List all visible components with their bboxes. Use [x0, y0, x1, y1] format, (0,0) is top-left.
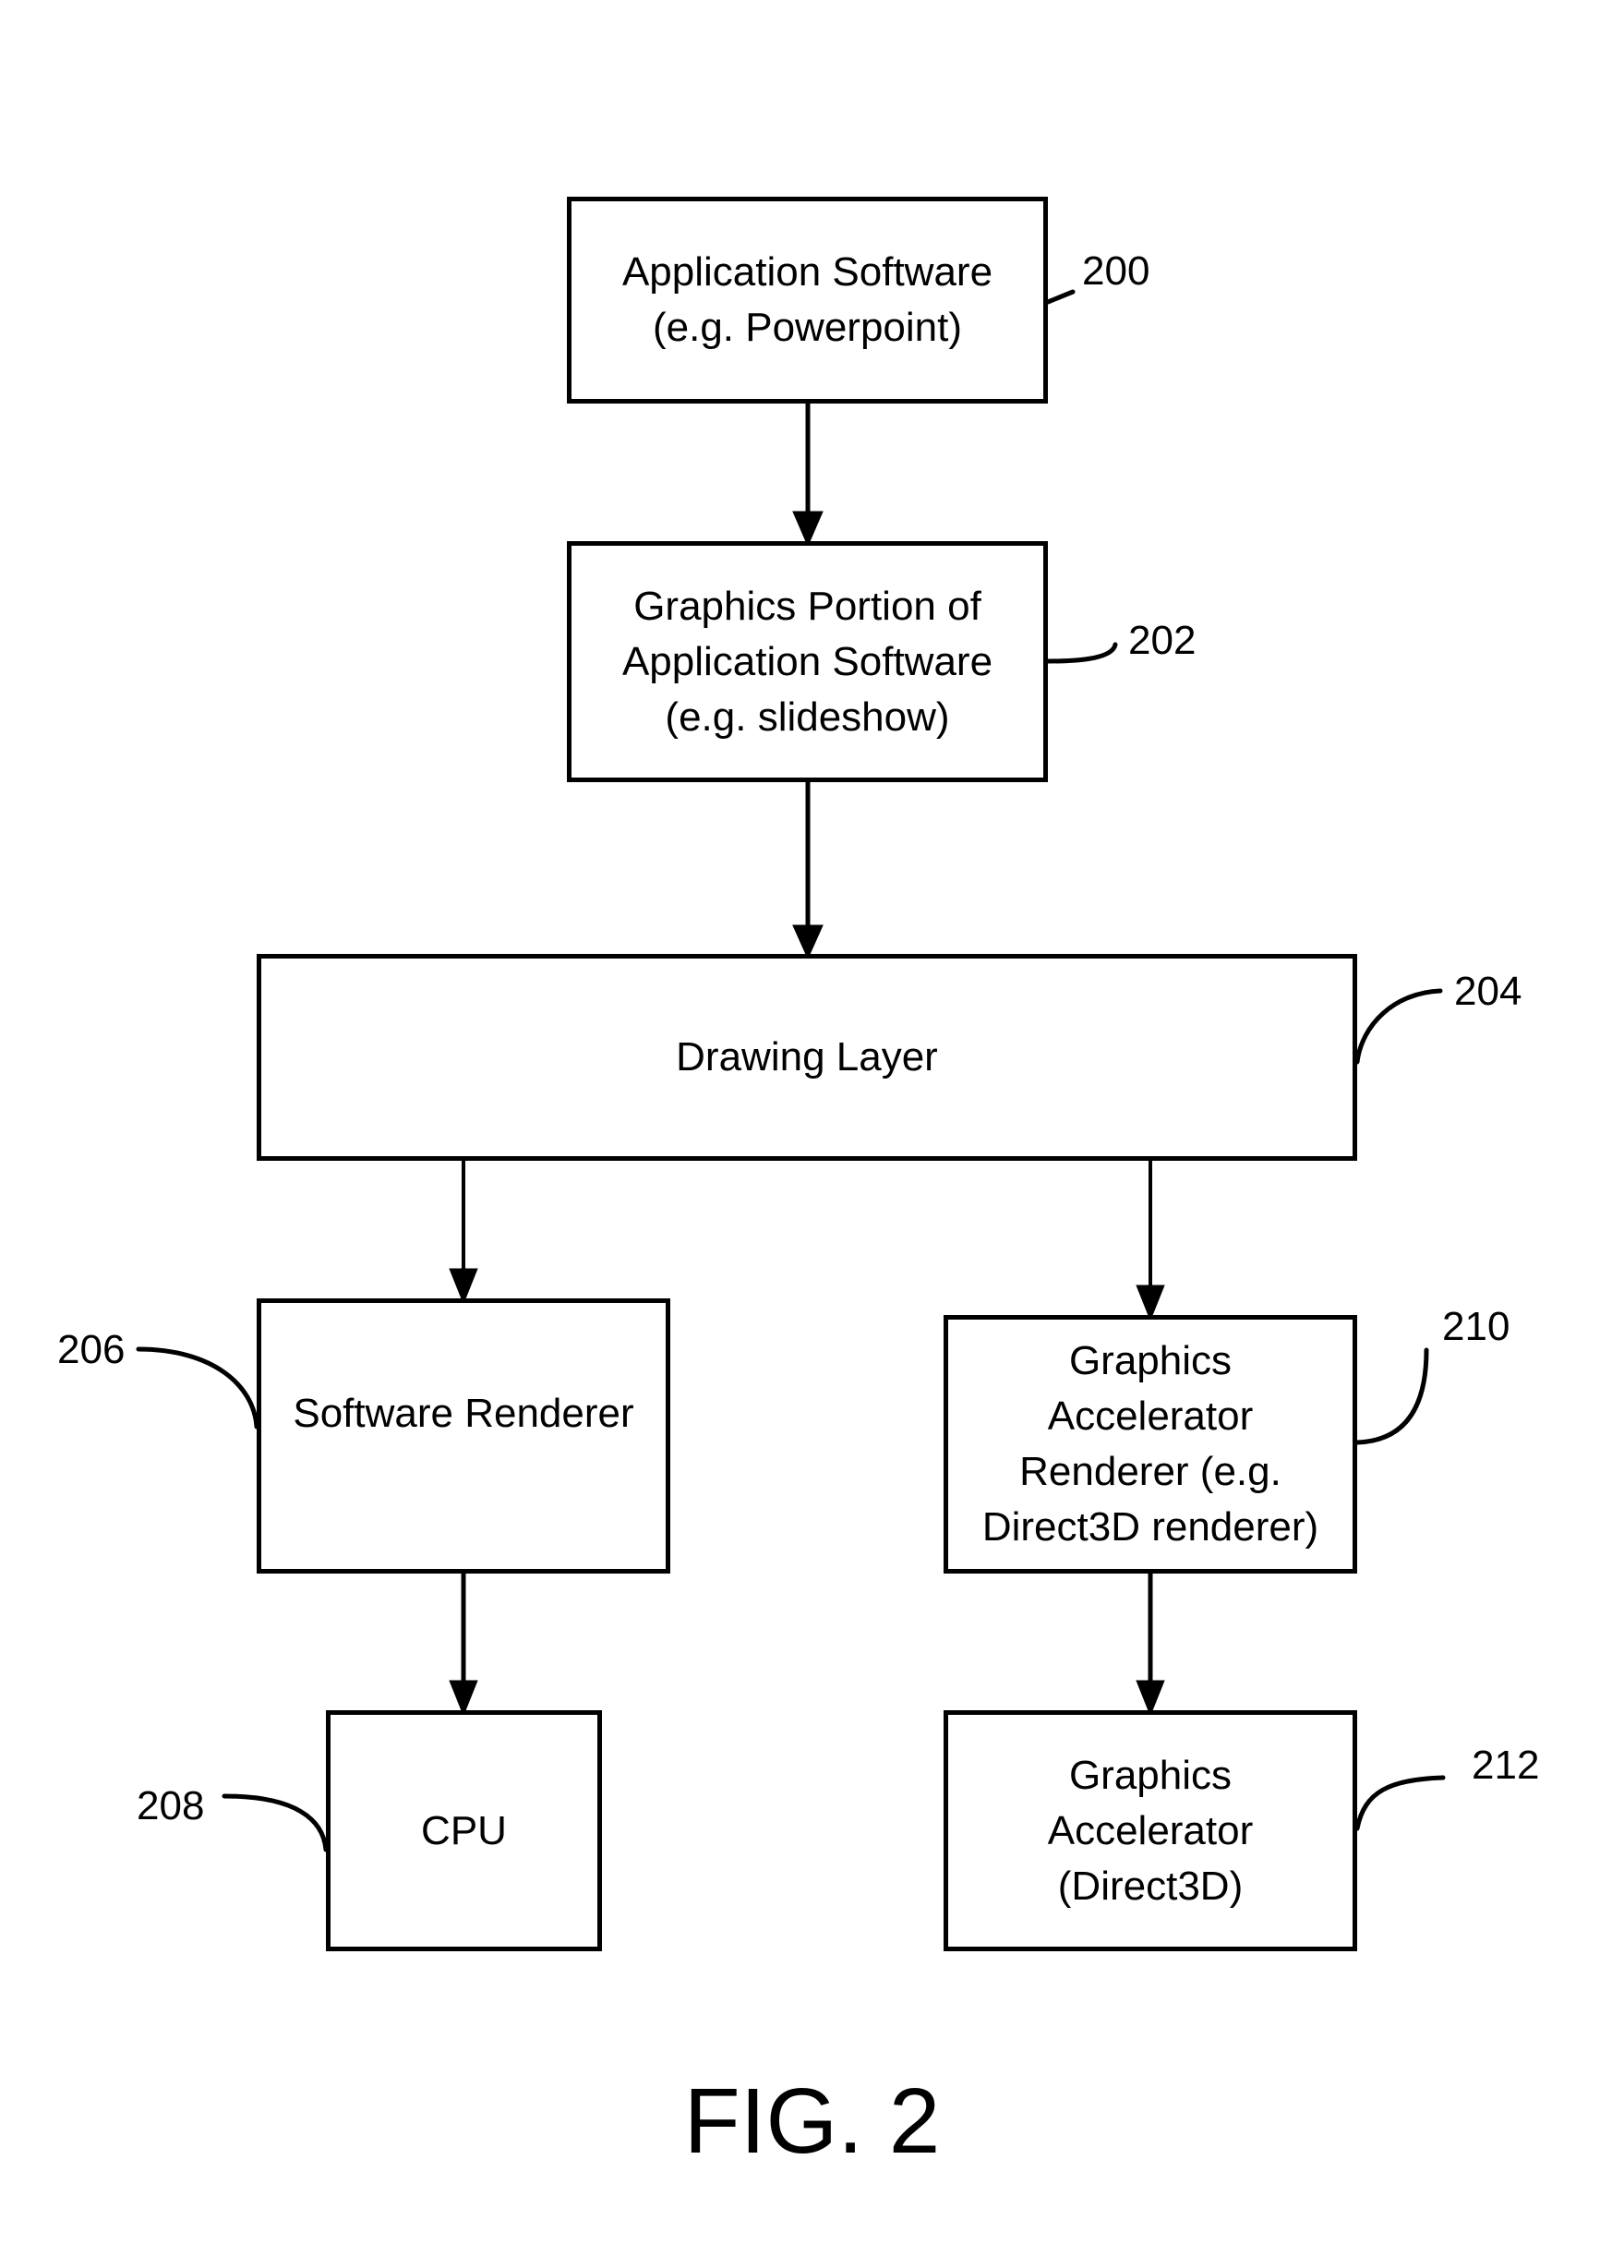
- ref-206: 206: [57, 1327, 126, 1372]
- leader-204: [1354, 988, 1443, 1065]
- box-software-renderer: Software Renderer: [257, 1298, 670, 1574]
- ref-208: 208: [137, 1783, 205, 1828]
- arrowhead-204-210: [1136, 1285, 1165, 1321]
- arrowhead-210-212: [1136, 1680, 1165, 1717]
- leader-200: [1045, 289, 1076, 305]
- box-graphics-accelerator: Graphics Accelerator (Direct3D): [944, 1710, 1357, 1951]
- leader-212: [1354, 1775, 1446, 1831]
- figure-label: FIG. 2: [683, 2069, 941, 2173]
- box-label: Graphics Portion of Application Software…: [621, 583, 993, 740]
- arrowhead-202-204: [792, 924, 824, 960]
- leader-202: [1045, 642, 1118, 664]
- leader-206: [136, 1346, 259, 1430]
- box-cpu: CPU: [326, 1710, 602, 1951]
- box-accelerator-renderer: Graphics Accelerator Renderer (e.g. Dire…: [944, 1315, 1357, 1574]
- ref-204: 204: [1454, 969, 1522, 1014]
- ref-212: 212: [1472, 1743, 1540, 1788]
- ref-202: 202: [1128, 618, 1197, 663]
- arrowhead-206-208: [449, 1680, 478, 1717]
- box-label: Application Software (e.g. Powerpoint): [621, 249, 993, 350]
- box-label: Graphics Accelerator Renderer (e.g. Dire…: [981, 1338, 1319, 1550]
- leader-210: [1354, 1347, 1429, 1445]
- ref-200: 200: [1082, 248, 1150, 294]
- box-drawing-layer: Drawing Layer: [257, 954, 1357, 1161]
- box-graphics-portion: Graphics Portion of Application Software…: [567, 541, 1048, 782]
- box-label: Graphics Accelerator (Direct3D): [1047, 1752, 1254, 1909]
- box-application-software: Application Software (e.g. Powerpoint): [567, 197, 1048, 404]
- arrowhead-200-202: [792, 511, 824, 548]
- box-label: Drawing Layer: [676, 1034, 938, 1080]
- box-label: Software Renderer: [293, 1391, 634, 1436]
- leader-208: [222, 1793, 329, 1852]
- arrowhead-204-206: [449, 1268, 478, 1305]
- box-label: CPU: [421, 1807, 507, 1853]
- ref-210: 210: [1442, 1304, 1510, 1349]
